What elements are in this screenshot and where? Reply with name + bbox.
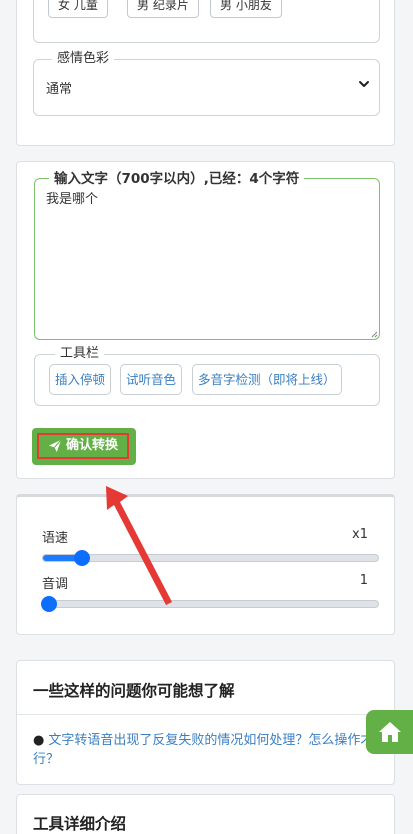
voice-chip-male-kid[interactable]: 男 小朋友 [210, 0, 282, 18]
voice-settings-card: 女 儿童 男 纪录片 男 小朋友 感情色彩 通常 [16, 0, 395, 146]
pitch-value: 1 [359, 573, 368, 588]
intro-title: 工具详细介绍 [33, 815, 127, 833]
speed-label: 语速 [42, 531, 69, 546]
faq-card: 一些这样的问题你可能想了解 ● 文字转语音出现了反复失败的情况如何处理？怎么操作才… [16, 660, 395, 785]
confirm-button-wrapper: 确认转换 [32, 428, 136, 465]
speed-value: x1 [352, 527, 368, 542]
speed-slider[interactable] [42, 550, 379, 566]
faq-link[interactable]: 文字转语音出现了反复失败的情况如何处理？怎么操作才行？ [33, 733, 373, 767]
resize-grip-icon[interactable] [371, 331, 378, 338]
voice-chip-female-child[interactable]: 女 儿童 [48, 0, 108, 18]
polyphone-check-button[interactable]: 多音字检测（即将上线） [192, 364, 342, 395]
send-icon [48, 439, 62, 453]
home-button[interactable] [366, 710, 413, 754]
pitch-label: 音调 [42, 577, 69, 592]
speed-slider-thumb[interactable] [73, 550, 90, 566]
chevron-down-icon [359, 81, 369, 87]
text-input-area[interactable] [46, 188, 369, 333]
faq-title: 一些这样的问题你可能想了解 [33, 682, 235, 700]
preview-voice-button[interactable]: 试听音色 [120, 364, 183, 395]
emotion-select[interactable]: 通常 [46, 78, 371, 97]
emotion-legend: 感情色彩 [52, 51, 115, 67]
text-input-card: 输入文字（700字以内）,已经：4个字符 工具栏 插入停顿 试听音色 多音字检测… [16, 161, 395, 479]
voice-options-group: 女 儿童 男 纪录片 男 小朋友 [33, 0, 380, 43]
audio-params-card: 语速 x1 音调 1 [16, 494, 395, 635]
home-icon [378, 722, 401, 742]
bullet-icon: ● [33, 733, 45, 748]
confirm-label: 确认转换 [65, 438, 118, 453]
pitch-slider[interactable] [41, 596, 379, 612]
intro-card: 工具详细介绍 [16, 794, 395, 834]
toolbar-group: 工具栏 插入停顿 试听音色 多音字检测（即将上线） [34, 346, 380, 406]
faq-item[interactable]: ● 文字转语音出现了反复失败的情况如何处理？怎么操作才行？ [33, 731, 374, 769]
faq-divider [17, 714, 394, 715]
emotion-group: 感情色彩 通常 [33, 51, 380, 116]
text-limit-label: 输入文字（700字以内） [54, 171, 204, 187]
pitch-slider-thumb[interactable] [41, 596, 57, 612]
confirm-convert-button[interactable]: 确认转换 [37, 433, 129, 459]
char-count-label: ,已经：4个字符 [203, 171, 300, 187]
insert-pause-button[interactable]: 插入停顿 [49, 364, 112, 395]
voice-chip-male-documentary[interactable]: 男 纪录片 [127, 0, 199, 18]
toolbar-legend: 工具栏 [55, 346, 105, 362]
text-input-group: 输入文字（700字以内）,已经：4个字符 [34, 171, 380, 340]
text-input-legend: 输入文字（700字以内）,已经：4个字符 [49, 171, 305, 187]
emotion-selected-value: 通常 [46, 82, 73, 97]
